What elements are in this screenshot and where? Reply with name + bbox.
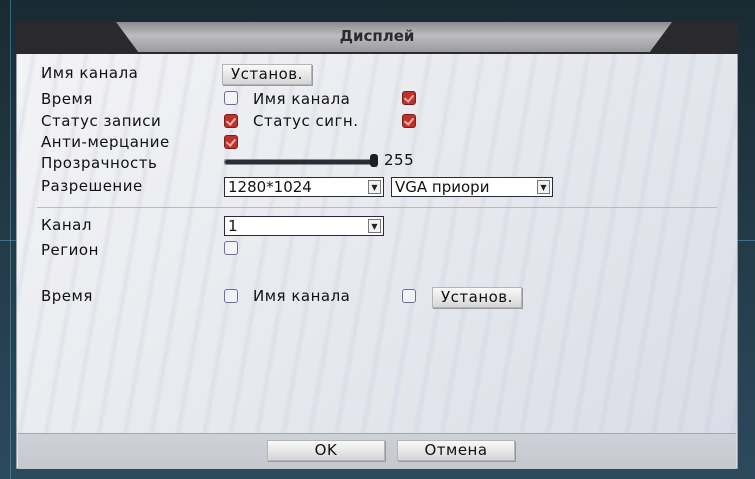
transparency-slider-fill [225,160,375,164]
label-record-status: Статус записи [41,112,162,130]
vga-priority-select[interactable]: VGA приори ▼ [391,177,553,197]
signal-status-checkbox[interactable] [402,114,416,128]
label-resolution: Разрешение [41,177,143,195]
time-checkbox[interactable] [224,91,238,105]
set-button-overlay[interactable]: Установ. [432,287,522,308]
chevron-down-icon: ▼ [368,180,381,194]
label-anti-flicker: Анти-мерцание [41,133,170,151]
vga-priority-select-value: VGA приори [395,178,490,196]
title-bar: Дисплей [16,22,738,54]
label-channel: Канал [41,216,92,234]
label-signal-status: Статус сигн. [253,112,359,130]
chevron-down-icon: ▼ [368,219,381,233]
channel-select-value: 1 [228,217,238,235]
region-checkbox[interactable] [224,241,238,255]
channel-select[interactable]: 1 ▼ [224,216,384,236]
label-time: Время [41,90,93,108]
transparency-slider-thumb[interactable] [370,154,378,167]
dialog-title: Дисплей [339,27,415,45]
resolution-select[interactable]: 1280*1024 ▼ [224,177,384,197]
time-overlay-checkbox[interactable] [224,289,238,303]
label-time-overlay: Время [41,287,93,305]
channel-name-overlay-checkbox[interactable] [402,289,416,303]
label-channel-name-check: Имя канала [253,90,351,108]
label-transparency: Прозрачность [41,154,158,172]
section-divider [37,207,717,208]
cancel-button[interactable]: Отмена [397,440,515,461]
transparency-slider[interactable] [224,159,376,165]
set-button[interactable]: Установ. [222,64,312,85]
channel-name-checkbox[interactable] [402,91,416,105]
display-dialog: Дисплей Имя канала Установ. Время Имя ка… [16,22,738,469]
label-channel-name: Имя канала [41,64,139,82]
anti-flicker-checkbox[interactable] [224,135,238,149]
ok-button[interactable]: OK [267,440,385,461]
record-status-checkbox[interactable] [224,114,238,128]
transparency-value: 255 [384,151,415,169]
chevron-down-icon: ▼ [537,180,550,194]
resolution-select-value: 1280*1024 [228,178,312,196]
label-channel-name-overlay: Имя канала [253,287,351,305]
label-region: Регион [41,241,99,259]
